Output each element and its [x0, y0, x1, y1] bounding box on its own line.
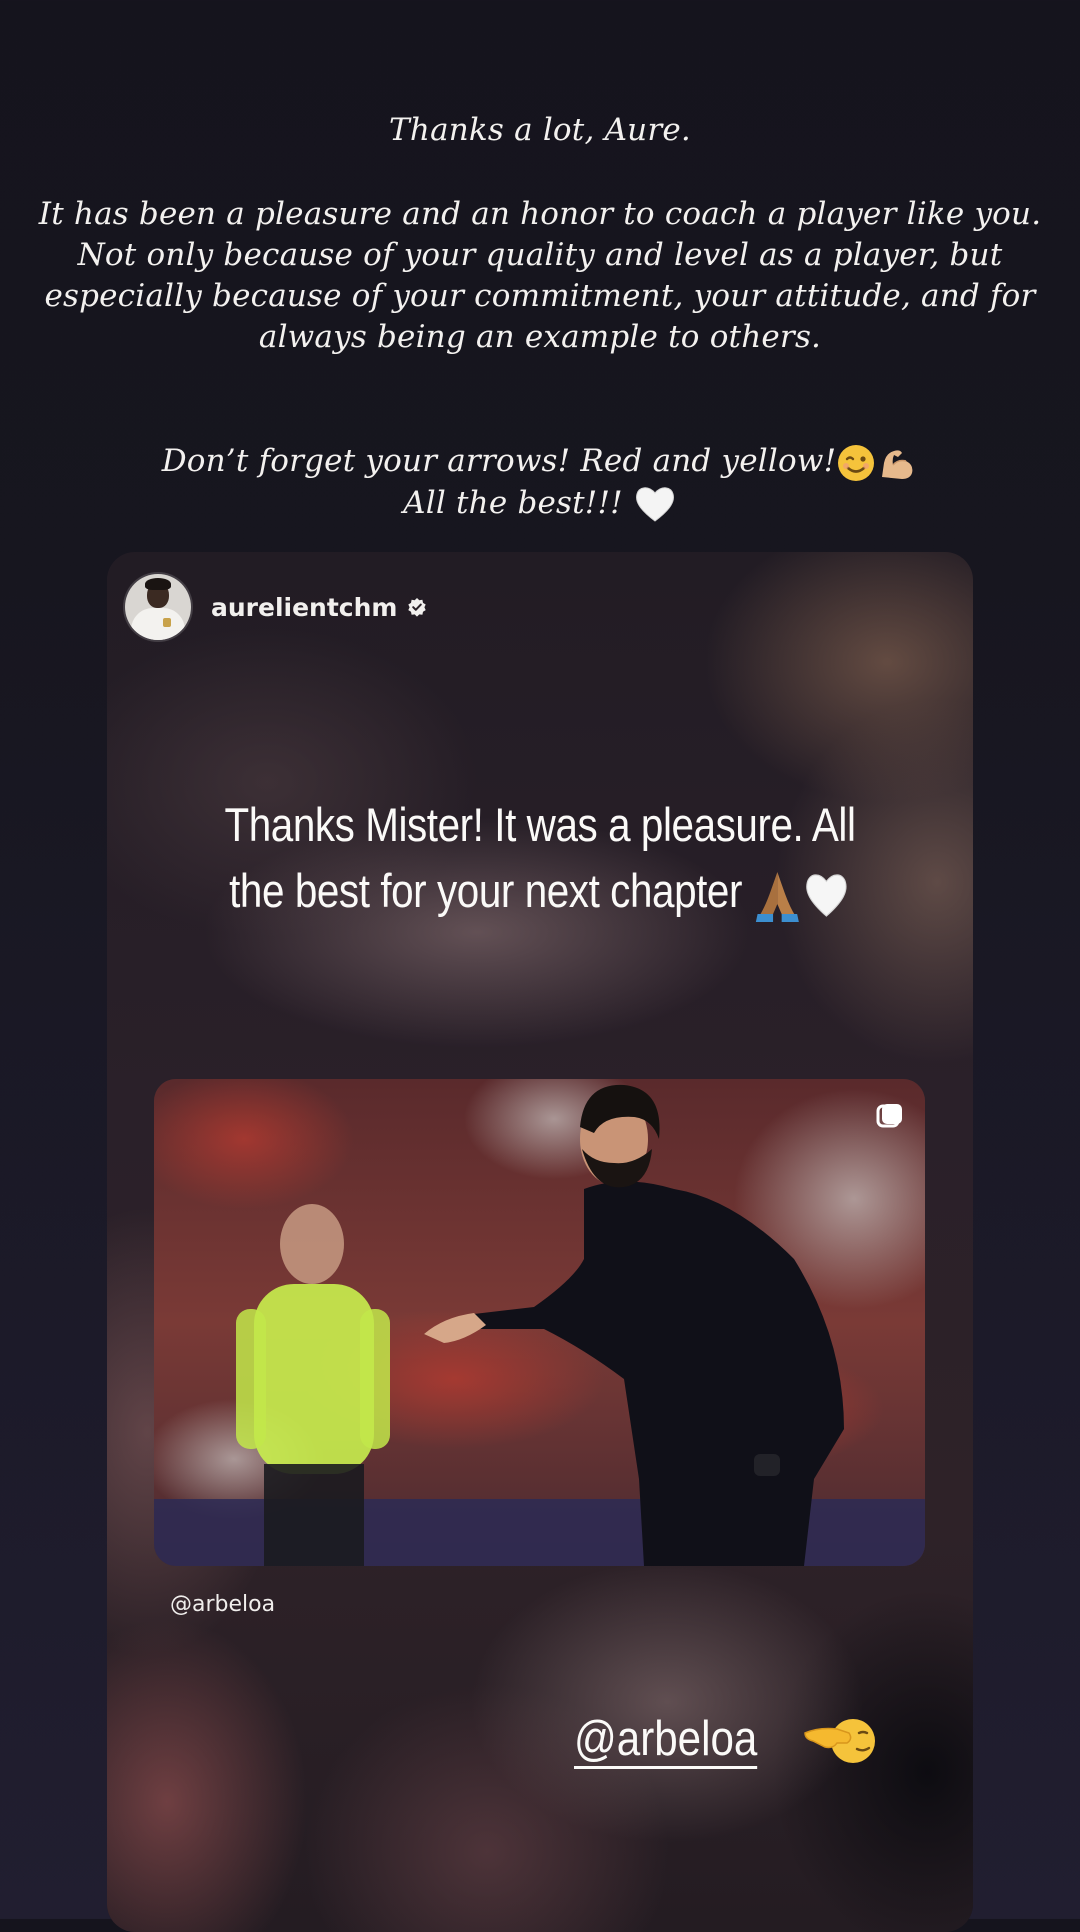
closing-line: All the best!!!: [30, 483, 1050, 526]
verified-badge-icon: [408, 598, 427, 617]
body-text: It has been a pleasure and an honor to c…: [38, 196, 1042, 355]
mention-sticker[interactable]: @arbeloa: [574, 1712, 883, 1769]
greeting-text: Thanks a lot, Aure.: [389, 112, 691, 148]
username[interactable]: aurelientchm: [211, 593, 397, 622]
shared-story-card[interactable]: aurelientchm Thanks Mister! It was a ple…: [107, 552, 973, 1932]
avatar[interactable]: [125, 574, 191, 640]
folded-hands-emoji-icon: [756, 871, 800, 922]
post-photo[interactable]: [154, 1079, 925, 1566]
mention-link[interactable]: @arbeloa: [574, 1712, 758, 1769]
coach-photo-illustration: [154, 1079, 925, 1566]
carousel-icon: [876, 1104, 902, 1128]
arrows-line: Don’t forget your arrows! Red and yellow…: [30, 441, 1050, 483]
story-caption-body: It has been a pleasure and an honor to c…: [30, 194, 1050, 358]
winking-face-emoji-icon: [838, 444, 875, 481]
username-row[interactable]: aurelientchm: [211, 593, 427, 622]
white-heart-emoji-icon: [635, 487, 674, 522]
arrows-text: Don’t forget your arrows! Red and yellow…: [161, 443, 837, 479]
photo-handle[interactable]: @arbeloa: [170, 1592, 275, 1617]
story-caption-closing: Don’t forget your arrows! Red and yellow…: [30, 441, 1050, 525]
pointing-hand-emoji-icon: [804, 1718, 876, 1763]
story-caption-greeting: Thanks a lot, Aure.: [30, 110, 1050, 151]
closing-text: All the best!!!: [403, 484, 623, 521]
white-heart-emoji-icon: [806, 873, 847, 917]
reply-text-block: Thanks Mister! It was a pleasure. All th…: [202, 792, 878, 924]
post-author-header[interactable]: aurelientchm: [125, 574, 427, 640]
flexed-biceps-emoji-icon: [882, 449, 913, 479]
